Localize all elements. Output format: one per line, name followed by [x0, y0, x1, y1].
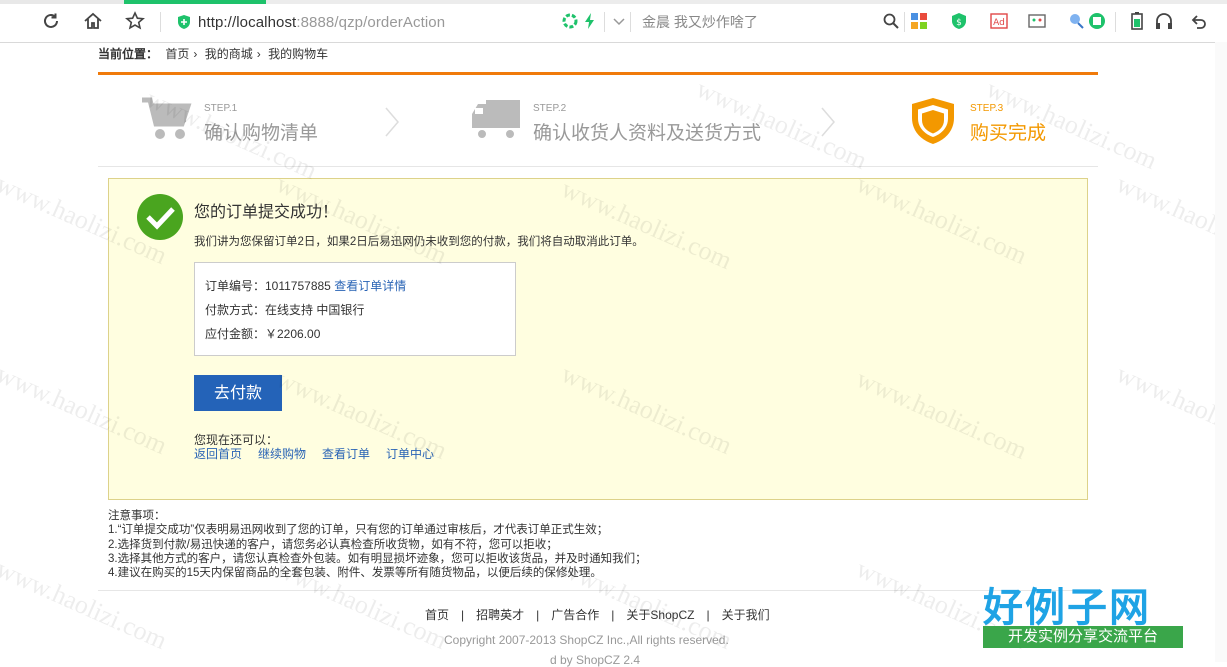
footer-link-about-shopcz[interactable]: 关于ShopCZ [626, 608, 694, 622]
brand-tagline: 开发实例分享交流平台 [983, 626, 1183, 648]
tab-indicator[interactable] [0, 0, 124, 4]
brand-title: 好例子网 [983, 585, 1151, 631]
breadcrumb-item-mall[interactable]: 我的商城 [205, 47, 253, 61]
breadcrumb: 当前位置： 首页 › 我的商城 › 我的购物车 [98, 45, 332, 62]
footer-nav: 首页 | 招聘英才 | 广告合作 | 关于ShopCZ | 关于我们 [425, 606, 770, 623]
success-title: 您的订单提交成功！ [194, 204, 339, 221]
url-text[interactable]: http://localhost:8888/qzp/orderAction [198, 14, 445, 31]
breadcrumb-separator: › [256, 47, 261, 61]
notice-item: 1.“订单提交成功”仅表明易迅网收到了您的订单，只有您的订单通过审核后，才代表订… [108, 524, 609, 537]
breadcrumb-label: 当前位置： [98, 47, 159, 61]
notices: 注意事项： 1.“订单提交成功”仅表明易迅网收到了您的订单，只有您的订单通过审核… [108, 509, 647, 580]
order-success-panel: 您的订单提交成功！ 我们讲为您保留订单2日，如果2日后易迅网仍未收到您的付款，我… [108, 178, 1088, 500]
amount-due: 应付金额：￥2206.00 [205, 327, 321, 341]
translate-icon[interactable]: Ad [990, 12, 1008, 30]
success-check-icon [137, 194, 183, 240]
footer-link-jobs[interactable]: 招聘英才 [476, 608, 524, 622]
watermark-logo: 好例子网 开发实例分享交流平台 [983, 575, 1183, 651]
breadcrumb-item-home[interactable]: 首页 [165, 47, 189, 61]
extension-icon[interactable] [1088, 12, 1106, 30]
svg-text:Ad: Ad [993, 18, 1005, 28]
screenshot-icon[interactable] [1028, 12, 1046, 30]
truck-icon [472, 100, 520, 140]
security-shield-icon[interactable]: $ [950, 12, 968, 30]
page-scrollbar[interactable] [1215, 42, 1227, 662]
notices-title: 注意事项： [108, 510, 166, 522]
step-number: STEP.3 [970, 103, 1004, 114]
toolbar-divider [160, 12, 161, 32]
undo-icon[interactable] [1190, 12, 1208, 30]
step-number: STEP.2 [533, 103, 567, 114]
step-3: STEP.3 购买完成 [908, 96, 1058, 152]
zoom-icon[interactable] [1067, 12, 1085, 30]
order-detail-link[interactable]: 查看订单详情 [334, 279, 406, 293]
steps-divider [98, 166, 1098, 167]
footer-separator: | [461, 608, 465, 622]
battery-icon[interactable] [1128, 12, 1146, 30]
cart-icon [142, 97, 192, 139]
order-info-card: 订单编号：1011757885 查看订单详情 付款方式：在线支持 中国银行 应付… [194, 262, 516, 356]
footer-separator: | [706, 608, 710, 622]
home-icon [84, 12, 102, 29]
next-actions: 返回首页 继续购物 查看订单 订单中心 [194, 445, 450, 462]
shield-icon [912, 98, 954, 144]
order-number: 订单编号：1011757885 [205, 279, 331, 293]
toolbar-divider [630, 12, 631, 32]
footer-divider [98, 590, 1098, 591]
footer-separator: | [536, 608, 540, 622]
tab-indicator-active[interactable] [124, 0, 266, 4]
retention-note: 我们讲为您保留订单2日，如果2日后易迅网仍未收到您的付款，我们将自动取消此订单。 [194, 236, 644, 248]
notice-item: 4.建议在购买的15天内保留商品的全套包装、附件、发票等所有随货物品，以便后续的… [108, 567, 602, 580]
order-center-link[interactable]: 订单中心 [386, 447, 434, 461]
step-1: STEP.1 确认购物清单 [140, 96, 380, 152]
powered-by: d by ShopCZ 2.4 [550, 653, 641, 667]
step-2: STEP.2 确认收货人资料及送货方式 [470, 96, 770, 152]
tab-strip [0, 0, 1227, 5]
toolbar-divider [904, 12, 905, 32]
watermark-text: www.haolizi.com [1112, 359, 1227, 461]
notice-item: 3.选择其他方式的客户，请您认真检查外包装。如有明显损坏迹象，您可以拒收该货品，… [108, 552, 647, 565]
refresh-spinner-icon[interactable] [561, 12, 579, 30]
copyright: Copyright 2007-2013 ShopCZ Inc.,All righ… [444, 633, 729, 647]
pay-button[interactable]: 去付款 [194, 375, 282, 411]
view-order-link[interactable]: 查看订单 [322, 447, 370, 461]
chevron-right-icon [385, 107, 399, 137]
toolbar-divider [1115, 12, 1116, 32]
chevron-right-icon [821, 107, 835, 137]
footer-separator: | [611, 608, 615, 622]
toolbar-divider [604, 12, 605, 32]
search-icon[interactable] [882, 12, 900, 30]
lightning-icon[interactable] [581, 12, 599, 30]
svg-text:$: $ [956, 18, 962, 28]
step-title: 确认收货人资料及送货方式 [533, 123, 762, 144]
breadcrumb-item-cart[interactable]: 我的购物车 [268, 47, 328, 61]
step-title: 确认购物清单 [204, 123, 319, 144]
reload-icon [44, 13, 58, 28]
tab-indicator[interactable] [266, 0, 1227, 4]
chevron-down-icon[interactable] [610, 12, 628, 30]
search-hint[interactable]: 金晨 我又炒作啥了 [642, 12, 758, 32]
watermark-text: www.haolizi.com [1112, 169, 1227, 271]
bookmark-button[interactable] [124, 10, 146, 32]
reload-button[interactable] [40, 10, 62, 32]
footer-link-home[interactable]: 首页 [425, 608, 449, 622]
back-home-link[interactable]: 返回首页 [194, 447, 242, 461]
footer-link-ads[interactable]: 广告合作 [551, 608, 599, 622]
order-number-row: 订单编号：1011757885 查看订单详情 [205, 277, 406, 294]
footer-link-about-us[interactable]: 关于我们 [722, 608, 770, 622]
notice-item: 2.选择货到付款/易迅快递的客户，请您务必认真检查所收货物，如有不符，您可以拒收… [108, 538, 558, 551]
step-title: 购买完成 [970, 123, 1047, 144]
address-bar[interactable]: http://localhost:8888/qzp/orderAction [176, 10, 616, 34]
breadcrumb-separator: › [193, 47, 198, 61]
headphones-icon[interactable] [1155, 12, 1173, 30]
home-button[interactable] [82, 10, 104, 32]
continue-shopping-link[interactable]: 继续购物 [258, 447, 306, 461]
star-icon [125, 11, 145, 30]
accent-divider [98, 72, 1098, 75]
browser-toolbar: http://localhost:8888/qzp/orderAction 金晨… [0, 0, 1227, 43]
step-number: STEP.1 [204, 103, 238, 114]
apps-grid-icon[interactable] [910, 12, 928, 30]
payment-method: 付款方式：在线支持 中国银行 [205, 303, 365, 317]
secure-shield-icon [178, 15, 190, 29]
